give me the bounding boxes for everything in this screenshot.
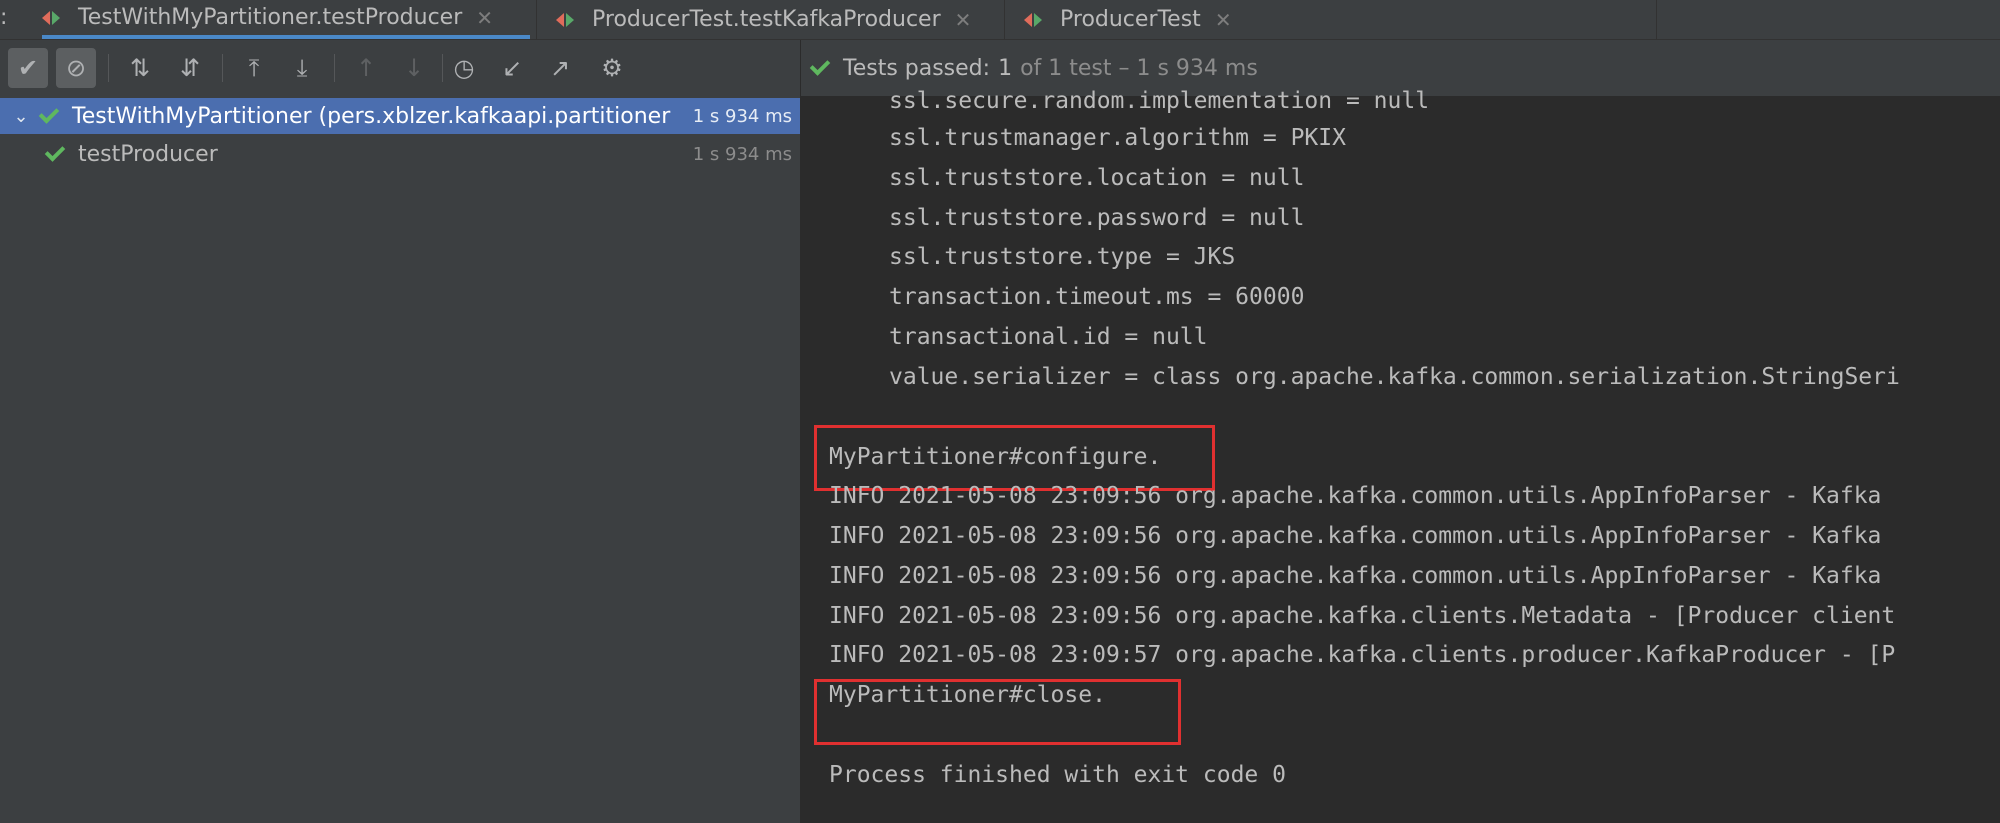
test-passed-icon <box>44 140 66 162</box>
export-icon: ↗ <box>549 54 571 82</box>
highlight-box-close <box>814 679 1181 745</box>
next-failed-button[interactable]: ↓ <box>394 48 434 88</box>
test-tree-panel: ✔ ⊘ ⇅ ⇵ ⤒ ⤓ ↑ ↓ ◷ ↙ ↗ ⚙ ⌄ TestWithMyPart… <box>0 40 800 823</box>
status-passed-label: Tests passed: <box>843 55 991 81</box>
console-output[interactable]: ssl.secure.random.implementation = null … <box>801 88 2000 823</box>
close-icon[interactable]: ✕ <box>476 6 493 30</box>
sort-by-duration-button[interactable]: ⇵ <box>170 48 210 88</box>
console-line: value.serializer = class org.apache.kafk… <box>889 364 1900 390</box>
console-line-exit: Process finished with exit code 0 <box>829 762 1286 788</box>
chevron-down-icon[interactable]: ⌄ <box>10 106 32 127</box>
test-history-button[interactable]: ◷ <box>444 48 484 88</box>
import-tests-button[interactable]: ↙ <box>492 48 532 88</box>
console-line: ssl.truststore.type = JKS <box>889 244 1236 270</box>
test-duration: 1 s 934 ms <box>692 105 792 127</box>
tab-producertest-testkafkaproducer[interactable]: ProducerTest.testKafkaProducer ✕ <box>556 0 996 39</box>
arrow-down-icon: ↓ <box>403 54 425 82</box>
tab-overflow-icon[interactable]: : <box>0 4 7 32</box>
import-icon: ↙ <box>501 54 523 82</box>
tree-item-testwithmypartitioner[interactable]: ⌄ TestWithMyPartitioner (pers.xblzer.kaf… <box>0 98 800 134</box>
previous-failed-button[interactable]: ↑ <box>346 48 386 88</box>
console-line: ssl.truststore.location = null <box>889 165 1305 191</box>
arrow-up-icon: ↑ <box>355 54 377 82</box>
console-line: INFO 2021-05-08 23:09:56 org.apache.kafk… <box>829 563 1882 589</box>
collapse-all-button[interactable]: ⤓ <box>282 48 322 88</box>
tree-item-testproducer[interactable]: testProducer 1 s 934 ms <box>0 136 800 172</box>
close-icon[interactable]: ✕ <box>955 8 972 32</box>
collapse-all-icon: ⤓ <box>296 54 308 82</box>
expand-all-button[interactable]: ⤒ <box>234 48 274 88</box>
settings-button[interactable]: ⚙ <box>592 48 632 88</box>
export-tests-button[interactable]: ↗ <box>540 48 580 88</box>
history-icon: ◷ <box>453 54 475 82</box>
sort-duration-icon: ⇵ <box>179 54 201 82</box>
console-line: INFO 2021-05-08 23:09:56 org.apache.kafk… <box>829 483 1882 509</box>
console-line: ssl.truststore.password = null <box>889 205 1305 231</box>
tab-label: ProducerTest <box>1060 7 1201 32</box>
tab-producertest[interactable]: ProducerTest ✕ <box>1024 0 1264 39</box>
tab-label: ProducerTest.testKafkaProducer <box>592 7 941 32</box>
check-icon: ✔ <box>17 54 39 82</box>
tab-label: TestWithMyPartitioner.testProducer <box>78 5 463 30</box>
console-line: INFO 2021-05-08 23:09:56 org.apache.kafk… <box>829 603 1896 629</box>
test-passed-icon <box>38 102 60 124</box>
test-duration: 1 s 934 ms <box>692 143 792 165</box>
editor-tab-bar: : TestWithMyPartitioner.testProducer ✕ P… <box>0 0 2000 40</box>
test-passed-icon <box>809 54 831 76</box>
test-runner-toolbar: ✔ ⊘ ⇅ ⇵ ⤒ ⤓ ↑ ↓ ◷ ↙ ↗ ⚙ <box>0 40 800 96</box>
status-detail: of 1 test – 1 s 934 ms <box>1020 55 1258 81</box>
show-passed-button[interactable]: ✔ <box>8 48 48 88</box>
tree-item-label: testProducer <box>78 141 218 167</box>
show-ignored-button[interactable]: ⊘ <box>56 48 96 88</box>
status-passed-count: 1 <box>998 55 1013 81</box>
close-icon[interactable]: ✕ <box>1215 8 1232 32</box>
ignored-icon: ⊘ <box>65 54 87 82</box>
sort-alpha-icon: ⇅ <box>129 54 151 82</box>
console-line: ssl.trustmanager.algorithm = PKIX <box>889 125 1346 151</box>
tab-testwithmypartitioner-testproducer[interactable]: TestWithMyPartitioner.testProducer ✕ <box>42 0 530 39</box>
console-panel: Tests passed: 1 of 1 test – 1 s 934 ms s… <box>801 40 2000 823</box>
run-config-icon <box>42 8 68 28</box>
console-line: transaction.timeout.ms = 60000 <box>889 284 1305 310</box>
gear-icon: ⚙ <box>601 54 623 82</box>
run-config-icon <box>556 10 582 30</box>
console-line: INFO 2021-05-08 23:09:57 org.apache.kafk… <box>829 642 1896 668</box>
console-line: transactional.id = null <box>889 324 1208 350</box>
console-line: ssl.secure.random.implementation = null <box>889 88 1430 114</box>
expand-all-icon: ⤒ <box>248 54 260 82</box>
run-config-icon <box>1024 10 1050 30</box>
sort-alphabetically-button[interactable]: ⇅ <box>120 48 160 88</box>
highlight-box-configure <box>814 425 1215 491</box>
console-line: INFO 2021-05-08 23:09:56 org.apache.kafk… <box>829 523 1882 549</box>
tree-item-label: TestWithMyPartitioner (pers.xblzer.kafka… <box>72 103 671 129</box>
